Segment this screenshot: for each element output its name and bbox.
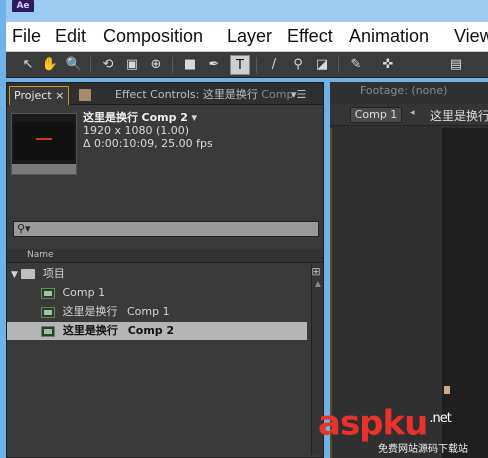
watermark-logo: aspku .net — [318, 402, 452, 444]
nav-arrow-icon[interactable]: ◂ — [410, 108, 415, 118]
scroll-up-arrow-icon[interactable]: ▲ — [312, 279, 324, 289]
menu-view[interactable]: View — [454, 26, 488, 47]
project-tab-bar: Project × Effect Controls: 这里是换行 Comp ▾☰ — [7, 83, 323, 105]
tab-project[interactable]: Project × — [9, 86, 70, 105]
composition-icon — [41, 287, 55, 299]
rotation-tool-icon[interactable]: ⟲ — [98, 55, 118, 75]
menu-effect[interactable]: Effect — [287, 26, 333, 47]
folder-icon — [21, 269, 36, 279]
brush-tool-icon[interactable]: / — [264, 55, 284, 75]
tools-panel: ↖ ✋ 🔍 ⟲ ▣ ⊕ ■ ✒ T / ⚲ ◪ ✎ ✜ ▤ — [6, 52, 488, 78]
item-duration: Δ 0:00:10:09, 25.00 fps — [83, 137, 213, 150]
watermark-text: aspku — [318, 403, 428, 444]
list-item-folder[interactable]: ▼ 项目 — [7, 265, 307, 283]
composition-icon — [41, 306, 55, 318]
tab-effect-controls[interactable]: Effect Controls: 这里是换行 Comp — [111, 86, 297, 105]
close-icon[interactable]: × — [55, 89, 64, 102]
thumbnail-frame — [14, 122, 74, 160]
list-item-sub-label: Comp 1 — [127, 305, 170, 318]
watermark-suffix: .net — [429, 411, 451, 426]
list-item-comp[interactable]: Comp 1 — [7, 284, 307, 302]
selection-tool-icon[interactable]: ↖ — [18, 55, 38, 75]
list-item-sub-label: Comp 2 — [127, 324, 175, 337]
list-item-label: 项目 — [42, 267, 65, 280]
list-item-label: Comp 1 — [62, 286, 106, 299]
zoom-tool-icon[interactable]: 🔍 — [64, 55, 84, 75]
menu-animation[interactable]: Animation — [349, 26, 429, 47]
pen-tool-icon[interactable]: ✒ — [204, 55, 224, 75]
tool-separator — [338, 57, 339, 73]
search-icon[interactable]: ⚲▾ — [17, 222, 31, 236]
hand-tool-icon[interactable]: ✋ — [40, 55, 60, 75]
comp-button[interactable]: Comp 1 — [350, 107, 402, 123]
rectangle-tool-icon[interactable]: ■ — [180, 55, 200, 75]
menu-layer[interactable]: Layer — [227, 26, 272, 47]
viewer-header: Comp 1 ◂ 这里是换行 — [330, 104, 488, 126]
list-item-comp-selected[interactable]: 这里是换行 Comp 2 — [7, 322, 307, 340]
search-input[interactable]: ⚲▾ — [13, 221, 319, 237]
puppet-pin-tool-icon[interactable]: ✜ — [378, 55, 398, 75]
thumbnail-bar — [12, 164, 76, 174]
panel-color-swatch-icon — [79, 89, 91, 101]
menu-bar: File Edit Composition Layer Effect Anima… — [6, 22, 488, 52]
pan-behind-tool-icon[interactable]: ⊕ — [146, 55, 166, 75]
camera-tool-icon[interactable]: ▣ — [122, 55, 142, 75]
item-info: 这里是换行 Comp 2 ▾ 1920 x 1080 (1.00) Δ 0:00… — [83, 111, 213, 150]
tab-project-label: Project — [14, 89, 52, 102]
disclosure-triangle-icon[interactable]: ▼ — [11, 270, 18, 280]
composition-icon — [41, 325, 55, 337]
menu-edit[interactable]: Edit — [55, 26, 86, 47]
tab-effect-controls-label: Effect Controls: 这里是换行 — [115, 88, 258, 101]
tool-separator — [90, 57, 91, 73]
list-item-label: 这里是换行 — [62, 324, 118, 337]
footage-tab[interactable]: Footage: (none) — [330, 82, 488, 104]
menu-composition[interactable]: Composition — [103, 26, 203, 47]
comp-thumbnail — [11, 113, 77, 175]
tool-separator — [172, 57, 173, 73]
item-comp-name: Comp 2 — [141, 111, 188, 124]
workspace-icon[interactable]: ▤ — [446, 55, 466, 75]
eraser-tool-icon[interactable]: ◪ — [312, 55, 332, 75]
column-header-name[interactable]: Name — [7, 249, 323, 263]
tool-separator — [256, 57, 257, 73]
project-panel: Project × Effect Controls: 这里是换行 Comp ▾☰… — [6, 82, 324, 458]
flowchart-icon[interactable]: ⊞ — [309, 265, 323, 279]
title-bar: Ae — [6, 0, 488, 22]
watermark-subtitle: 免费网站源码下载站 — [378, 444, 468, 455]
type-tool-icon[interactable]: T — [230, 55, 250, 75]
list-item-label: 这里是换行 — [62, 305, 118, 318]
viewer-comp-name: 这里是换行 — [430, 109, 488, 123]
panel-menu-icon[interactable]: ▾☰ — [287, 86, 310, 105]
menu-file[interactable]: File — [12, 26, 41, 47]
chevron-down-icon[interactable]: ▾ — [191, 111, 197, 124]
clone-stamp-tool-icon[interactable]: ⚲ — [288, 55, 308, 75]
after-effects-logo: Ae — [12, 0, 34, 12]
item-name: 这里是换行 — [83, 111, 138, 124]
item-resolution: 1920 x 1080 (1.00) — [83, 124, 190, 137]
roto-brush-tool-icon[interactable]: ✎ — [346, 55, 366, 75]
thumbnail-content — [36, 138, 52, 140]
anchor-point-handle[interactable] — [444, 386, 450, 394]
list-item-comp[interactable]: 这里是换行 Comp 1 — [7, 303, 307, 321]
